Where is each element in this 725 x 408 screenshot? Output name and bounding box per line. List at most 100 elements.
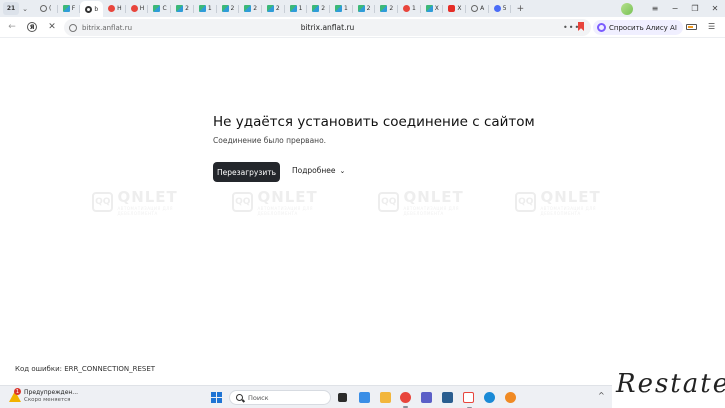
browser-tab[interactable]: 2 [217, 1, 240, 16]
bookmark-icon[interactable] [578, 22, 584, 31]
notification-badge: 1 [14, 388, 21, 395]
tab-label: 2 [230, 5, 235, 12]
error-code: Код ошибки: ERR_CONNECTION_RESET [15, 365, 156, 373]
mail-app-icon[interactable] [359, 392, 370, 403]
browser-tab[interactable]: 5 [489, 1, 512, 16]
browser-tab[interactable]: H [103, 1, 126, 16]
error-page: QQ QNLET АВТОМАТИЗАЦИЯ ДЛЯ ДЕВЕЛОПМЕНТА Q… [0, 38, 725, 385]
green-square-icon [425, 5, 433, 12]
task-view-icon[interactable] [338, 393, 347, 402]
browser-tab[interactable]: F [58, 1, 81, 16]
tab-label: 2 [253, 5, 258, 12]
browser-tab[interactable]: 2 [375, 1, 398, 16]
watermark-box: QQ [232, 192, 254, 212]
watermark-logo: QQ QNLET АВТОМАТИЗАЦИЯ ДЛЯ ДЕВЕЛОПМЕНТА [92, 186, 212, 218]
corner-watermark-text: Restate [616, 369, 725, 399]
address-bar[interactable]: bitrix.anflat.ru bitrix.anflat.ru ••• [64, 19, 591, 36]
tab-list-dropdown-icon[interactable]: ⌄ [19, 2, 31, 15]
navigation-bar: ← Я ✕ bitrix.anflat.ru bitrix.anflat.ru … [0, 17, 725, 38]
profile-avatar[interactable] [621, 2, 633, 15]
search-label: Поиск [248, 393, 269, 402]
browser-tab[interactable]: C [148, 1, 171, 16]
youtube-icon [448, 5, 456, 12]
minimize-button[interactable]: − [665, 0, 685, 17]
stop-loading-button[interactable]: ✕ [42, 17, 62, 37]
details-label: Подробнее [292, 166, 336, 175]
close-window-button[interactable]: ✕ [705, 0, 725, 17]
start-button-icon[interactable] [211, 392, 222, 403]
watermark-text: QNLET [403, 188, 464, 206]
browser-tab[interactable]: X [421, 1, 444, 16]
browser-tab[interactable]: 2 [171, 1, 194, 16]
site-info-icon[interactable] [69, 23, 77, 32]
tab-label: A [480, 5, 485, 12]
blue-circle-icon [493, 5, 501, 12]
battery-icon[interactable] [686, 24, 697, 30]
green-square-icon [312, 5, 320, 12]
tab-count-button[interactable]: 21 [3, 2, 19, 15]
ask-alice-button[interactable]: Спросить Алису AI [593, 20, 683, 35]
yandex-browser-icon[interactable] [463, 392, 474, 408]
reload-button[interactable]: Перезагрузить [213, 162, 280, 182]
green-square-icon [221, 5, 229, 12]
details-button[interactable]: Подробнее ⌄ [292, 166, 345, 175]
browser-tab[interactable]: A [466, 1, 489, 16]
tab-label: X [457, 5, 462, 12]
store-icon[interactable] [442, 392, 453, 403]
red-circle-icon [108, 5, 116, 12]
watermark-text: QNLET [257, 188, 318, 206]
browser-tab[interactable]: ( [35, 1, 58, 16]
browser-tab[interactable]: H [126, 1, 149, 16]
browser-tab[interactable]: 1 [285, 1, 308, 16]
browser-tab[interactable]: 2 [239, 1, 262, 16]
yandex-app-icon[interactable] [400, 392, 411, 408]
browser-tab[interactable]: 2 [307, 1, 330, 16]
globe-icon [40, 5, 47, 12]
green-square-icon [176, 5, 184, 12]
tab-label: 5 [502, 5, 507, 12]
warning-subtitle: Скоро меняется [24, 397, 71, 403]
tab-label: 2 [321, 5, 326, 12]
watermark-box: QQ [515, 192, 537, 212]
taskbar-search[interactable]: Поиск [229, 390, 331, 405]
green-square-icon [289, 5, 297, 12]
watermark-text: QNLET [540, 188, 601, 206]
app-icon[interactable] [505, 392, 516, 403]
warning-title[interactable]: Предупрежден... [24, 389, 78, 396]
tab-label: H [139, 5, 145, 12]
browser-tab[interactable]: b [80, 1, 104, 17]
watermark-small-text: АВТОМАТИЗАЦИЯ ДЛЯ ДЕВЕЛОПМЕНТА [540, 206, 596, 216]
teams-icon[interactable] [421, 392, 432, 403]
watermark-logo: QQ QNLET АВТОМАТИЗАЦИЯ ДЛЯ ДЕВЕЛОПМЕНТА [232, 186, 352, 218]
tab-label: 2 [185, 5, 189, 12]
tab-label: 2 [366, 5, 371, 12]
tab-label: 1 [298, 5, 303, 12]
green-square-icon [266, 5, 274, 12]
edge-browser-icon[interactable] [484, 392, 495, 403]
restore-button[interactable]: ❐ [685, 0, 705, 17]
back-button[interactable]: ← [2, 17, 22, 37]
browser-tab[interactable]: 1 [194, 1, 217, 16]
browser-tab[interactable]: 1 [398, 1, 421, 16]
globe-icon [471, 5, 479, 12]
browser-window: 21 ⌄ (Fb H H C 2 1 2 2 2 1 2 1 2 2 1 X X A 5 + ≡ − ❐ ✕ ← Я… [0, 0, 725, 408]
browser-tab[interactable]: 2 [353, 1, 376, 16]
loading-ring-icon [85, 5, 93, 13]
browser-tab[interactable]: 1 [330, 1, 353, 16]
yandex-icon[interactable]: Я [27, 22, 37, 32]
hamburger-menu-icon[interactable]: ☰ [708, 22, 715, 31]
tab-label: 1 [207, 5, 212, 12]
file-explorer-icon[interactable] [380, 392, 391, 403]
tray-expand-icon[interactable]: ^ [598, 391, 605, 400]
browser-tab[interactable]: X [443, 1, 466, 16]
browser-tab[interactable]: 2 [262, 1, 285, 16]
alice-icon [597, 23, 606, 32]
warning-icon[interactable]: 1 [9, 388, 22, 402]
watermark-logo: QQ QNLET АВТОМАТИЗАЦИЯ ДЛЯ ДЕВЕЛОПМЕНТА [515, 186, 635, 218]
tab-label: b [94, 5, 99, 13]
window-controls: ≡ − ❐ ✕ [621, 0, 725, 17]
more-options-icon[interactable]: ••• [563, 23, 580, 32]
browser-menu-icon[interactable]: ≡ [645, 0, 665, 17]
tab-label: ( [49, 5, 52, 12]
new-tab-button[interactable]: + [514, 3, 526, 15]
